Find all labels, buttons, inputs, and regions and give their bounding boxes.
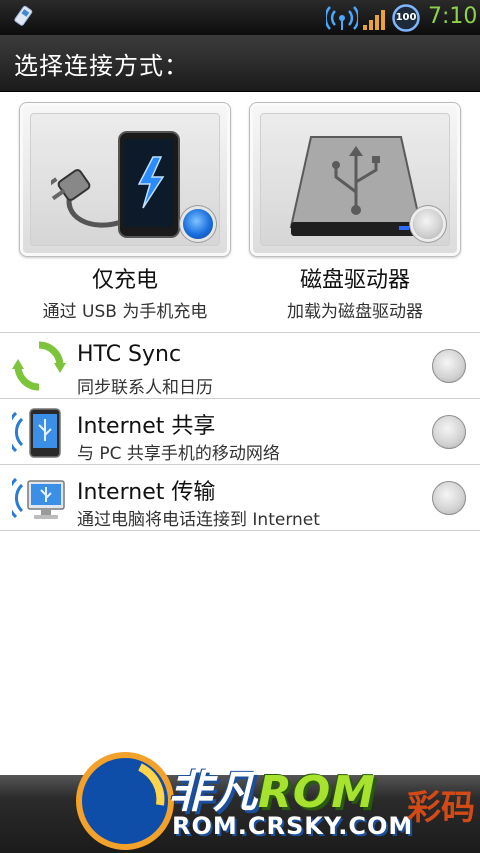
internet-pass-through-icon [12,477,65,519]
charge-only-card[interactable] [19,102,231,257]
charge-only-subtitle: 通过 USB 为手机充电 [42,302,208,322]
list-item-internet-sharing[interactable]: Internet 共享 与 PC 共享手机的移动网络 [0,399,480,465]
signal-strength-icon [363,10,385,30]
charge-phone-icon [51,131,180,238]
internet-sharing-radio[interactable] [432,415,466,449]
watermark-logo [76,752,174,850]
htc-sync-radio[interactable] [432,349,466,383]
title-bar: 选择连接方式： [0,35,480,92]
list-item-subtitle: 同步联系人和日历 [77,378,213,398]
watermark-url: ROM.CRSKY.COM [172,812,414,840]
sync-icon [12,341,66,391]
list-item-htc-sync[interactable]: HTC Sync 同步联系人和日历 [0,333,480,399]
watermark-corner: 彩码 [407,788,475,828]
disk-drive-subtitle: 加载为磁盘驱动器 [287,302,423,322]
list-item-title: Internet 共享 [77,414,216,439]
list-item-title: Internet 传输 [77,480,216,505]
wifi-hotspot-icon [326,6,358,30]
charge-only-radio[interactable] [183,209,213,239]
clock: 7:10 [428,4,478,29]
disk-drive-card[interactable] [249,102,461,257]
list-item-title: HTC Sync [77,342,182,367]
status-bar: 100 7:10 [0,0,480,35]
internet-pass-through-radio[interactable] [432,481,466,515]
watermark-brand: 非凡ROM [168,756,376,820]
disk-drive-radio[interactable] [413,209,443,239]
list-item-subtitle: 与 PC 共享手机的移动网络 [77,444,280,464]
charge-only-title: 仅充电 [91,268,158,293]
divider [0,530,480,531]
watermark-brand-suffix: ROM [258,767,377,818]
battery-level-text: 100 [395,12,417,23]
watermark-brand-prefix: 非凡 [168,767,258,818]
disk-drive-title: 磁盘驱动器 [299,268,410,293]
list-item-subtitle: 通过电脑将电话连接到 Internet [77,510,320,530]
battery-icon: 100 [392,4,420,32]
list-item-internet-pass-through[interactable]: Internet 传输 通过电脑将电话连接到 Internet [0,465,480,531]
card-frame [30,113,220,246]
card-frame [260,113,450,246]
disk-drive-icon [289,136,423,236]
usb-debug-icon [14,5,33,26]
page-title: 选择连接方式： [14,52,189,80]
internet-share-icon [12,408,61,458]
